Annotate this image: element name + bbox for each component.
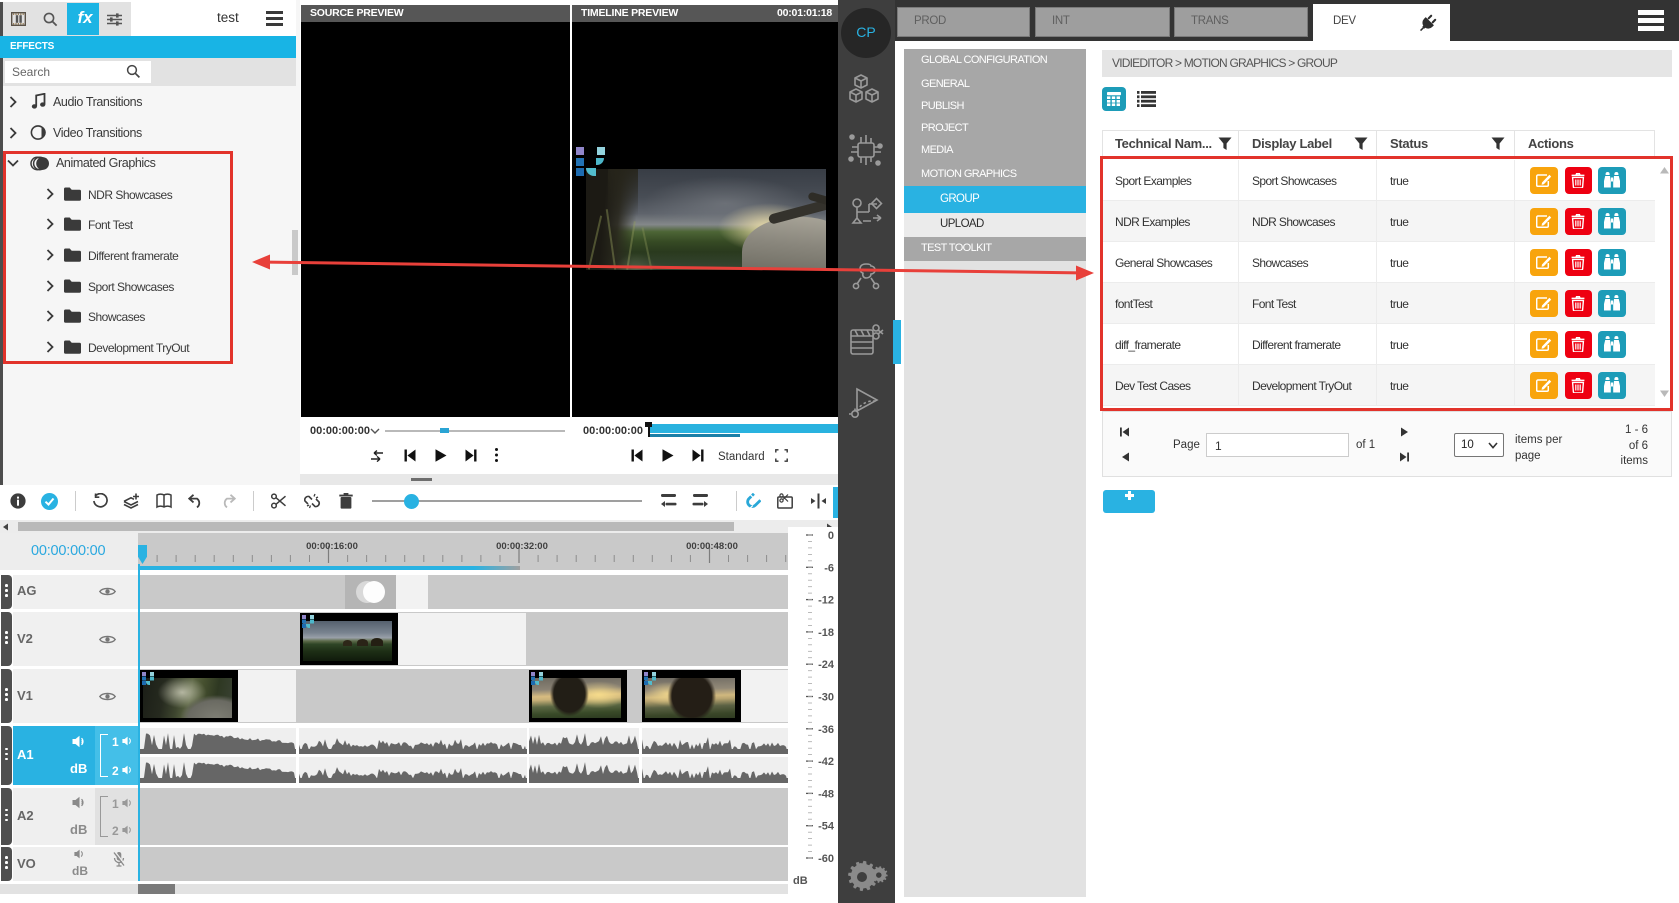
svg-text:-48: -48 [818, 788, 834, 800]
svg-text:-18: -18 [818, 627, 834, 639]
svg-text:-12: -12 [818, 595, 834, 607]
svg-text:dB: dB [793, 875, 808, 887]
svg-text:-6: -6 [824, 562, 834, 574]
svg-text:-60: -60 [818, 853, 834, 865]
svg-text:0: 0 [828, 530, 834, 542]
svg-text:-42: -42 [818, 756, 834, 768]
svg-text:-24: -24 [818, 659, 835, 671]
svg-text:-54: -54 [818, 821, 835, 833]
svg-text:-30: -30 [818, 692, 834, 704]
svg-text:-36: -36 [818, 724, 834, 736]
